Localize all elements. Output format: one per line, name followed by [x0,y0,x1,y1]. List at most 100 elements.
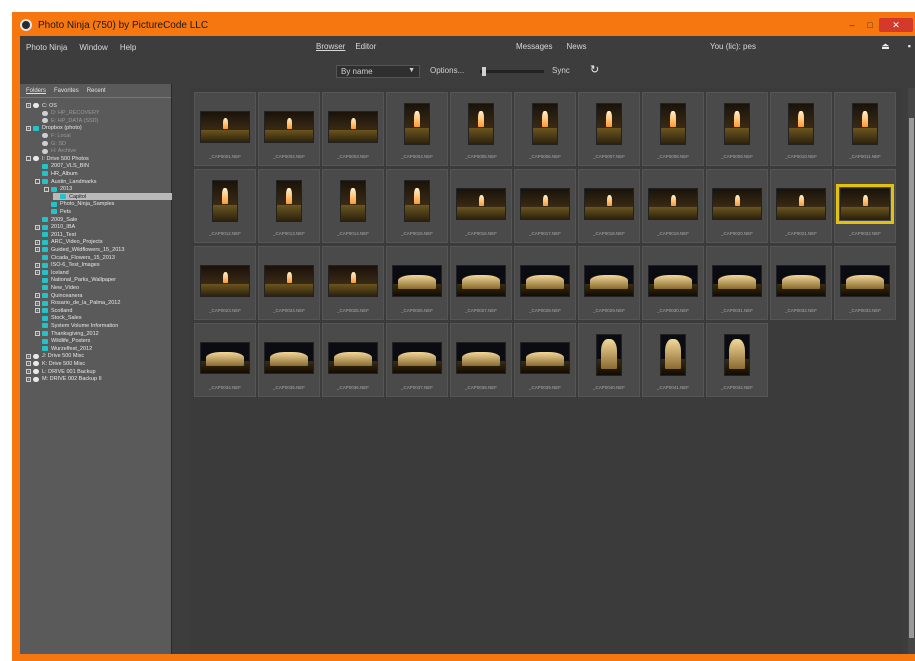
thumbnail-cell[interactable]: _CAP0013.NEF [258,169,320,243]
tree-node[interactable]: Photo_Ninja_Samples [44,201,172,208]
tree-node[interactable]: Cicada_Flowers_15_2013 [35,254,172,261]
tab-folders[interactable]: Folders [26,88,46,94]
thumbnail-cell[interactable]: _CAP0027.NEF [450,246,512,320]
tree-node[interactable]: + Rosario_de_la_Palma_2012 [35,300,172,307]
close-icon[interactable]: ✕ [879,18,913,32]
eject-icon[interactable]: ⏏ [881,41,890,52]
tree-node[interactable]: H: Archive [35,148,172,155]
thumbnail-cell[interactable]: _CAP0034.NEF [194,323,256,397]
thumbnail-cell[interactable]: _CAP0021.NEF [770,169,832,243]
thumbnail-cell[interactable]: _CAP0035.NEF [258,323,320,397]
scrollbar-thumb[interactable] [909,118,914,638]
expand-toggle-icon[interactable]: + [26,376,31,382]
thumbnail-cell[interactable]: _CAP0016.NEF [450,169,512,243]
minimize-icon[interactable]: – [843,18,861,32]
maximize-icon[interactable]: □ [861,18,879,32]
thumbnail-cell[interactable]: _CAP0007.NEF [578,92,640,166]
thumbnail-cell[interactable]: _CAP0026.NEF [386,246,448,320]
tree-node[interactable]: - 2013 [44,186,172,193]
expand-toggle-icon[interactable]: + [26,361,31,367]
tree-node[interactable]: E: HP_DATA (SSD) [35,117,172,124]
thumbnail-cell[interactable]: _CAP0038.NEF [450,323,512,397]
expand-toggle-icon[interactable]: + [26,103,31,108]
tree-node[interactable]: F: Local [35,132,172,139]
tree-node[interactable]: 2009_Sale [35,216,172,223]
tree-node[interactable]: 2007_VLS_BIN [35,163,172,170]
thumbnail-cell[interactable]: _CAP0008.NEF [642,92,704,166]
expand-toggle-icon[interactable]: + [35,239,40,245]
tree-node[interactable]: - I: Drive 500 Photos [26,155,172,162]
tree-node[interactable]: + ARC_Video_Projects [35,239,172,246]
tree-node[interactable]: + M: DRIVE 002 Backup II [26,376,172,383]
thumbnail-cell[interactable]: _CAP0039.NEF [514,323,576,397]
thumbnail-cell[interactable]: _CAP0023.NEF [194,246,256,320]
options-button[interactable]: Options... [430,66,464,75]
thumbnail-cell[interactable]: _CAP0042.NEF [706,323,768,397]
tree-node[interactable]: Wildlife_Posters [35,338,172,345]
thumbnail-cell[interactable]: _CAP0003.NEF [322,92,384,166]
tree-node[interactable]: HR_Album [35,170,172,177]
tree-node[interactable]: G: SD [35,140,172,147]
thumbnail-cell[interactable]: _CAP0040.NEF [578,323,640,397]
thumbnail-cell[interactable]: _CAP0002.NEF [258,92,320,166]
tree-node[interactable]: Capitol [53,193,172,201]
thumbnail-cell[interactable]: _CAP0011.NEF [834,92,896,166]
tree-node[interactable]: National_Parks_Wallpaper [35,277,172,284]
tree-node[interactable]: System Volume Information [35,322,172,329]
menu-help[interactable]: Help [120,43,136,52]
tab-editor[interactable]: Editor [355,42,376,51]
thumbnail-cell[interactable]: _CAP0022.NEF [834,169,896,243]
thumbnail-size-slider[interactable] [480,67,544,76]
expand-toggle-icon[interactable]: + [35,308,40,314]
tree-node[interactable]: Pets [44,208,172,215]
thumbnail-cell[interactable]: _CAP0030.NEF [642,246,704,320]
tree-node[interactable]: + C: OS [26,102,172,109]
tree-node[interactable]: + ISO-6_Test_Images [35,262,172,269]
thumbnail-cell[interactable]: _CAP0028.NEF [514,246,576,320]
tree-node[interactable]: + Scotland [35,307,172,314]
thumbnail-cell[interactable]: _CAP0006.NEF [514,92,576,166]
expand-toggle-icon[interactable]: + [35,331,40,336]
thumbnail-cell[interactable]: _CAP0015.NEF [386,169,448,243]
expand-toggle-icon[interactable]: + [26,369,31,374]
thumbnail-cell[interactable]: _CAP0012.NEF [194,169,256,243]
tree-node[interactable]: + K: Drive 500 Misc [26,360,172,367]
thumbnail-cell[interactable]: _CAP0032.NEF [770,246,832,320]
menu-window[interactable]: Window [79,43,107,52]
tree-node[interactable]: D: HP_RECOVERY [35,110,172,117]
sort-select[interactable]: By name ▼ [336,65,420,78]
thumbnail-cell[interactable]: _CAP0009.NEF [706,92,768,166]
thumbnail-cell[interactable]: _CAP0017.NEF [514,169,576,243]
tree-node[interactable]: New_Video [35,284,172,291]
expand-toggle-icon[interactable]: - [26,156,31,162]
slider-handle[interactable] [482,67,486,76]
tree-node[interactable]: +2010_IBA [35,224,172,231]
tree-node[interactable]: + L: DRIVE 001 Backup [26,368,172,375]
thumbnail-cell[interactable]: _CAP0014.NEF [322,169,384,243]
tree-node[interactable]: Stock_Sales [35,315,172,322]
tree-node[interactable]: + Dropbox (photo) [26,125,172,132]
thumbnail-cell[interactable]: _CAP0025.NEF [322,246,384,320]
messages-link[interactable]: Messages [516,42,552,51]
thumbnail-cell[interactable]: _CAP0029.NEF [578,246,640,320]
sync-button[interactable]: Sync [552,66,570,75]
tree-node[interactable]: + Guided_Wildflowers_15_2013 [35,246,172,253]
expand-toggle-icon[interactable]: - [44,186,49,192]
refresh-icon[interactable]: ↻ [590,63,599,76]
tab-favorites[interactable]: Favorites [54,88,79,94]
expand-toggle-icon[interactable]: + [35,224,40,230]
thumbnail-cell[interactable]: _CAP0041.NEF [642,323,704,397]
grid-scrollbar[interactable] [908,88,915,654]
expand-toggle-icon[interactable]: + [35,293,40,298]
tab-recent[interactable]: Recent [87,88,106,94]
thumbnail-cell[interactable]: _CAP0037.NEF [386,323,448,397]
thumbnail-cell[interactable]: _CAP0005.NEF [450,92,512,166]
news-link[interactable]: News [566,42,586,51]
tree-node[interactable]: + J: Drive 500 Misc [26,353,172,360]
expand-toggle-icon[interactable]: - [35,179,40,184]
menu-photo-ninja[interactable]: Photo Ninja [26,43,67,52]
expand-toggle-icon[interactable]: + [35,270,40,276]
tree-node[interactable]: + Iceland [35,269,172,276]
expand-toggle-icon[interactable]: + [35,247,40,253]
thumbnail-cell[interactable]: _CAP0004.NEF [386,92,448,166]
